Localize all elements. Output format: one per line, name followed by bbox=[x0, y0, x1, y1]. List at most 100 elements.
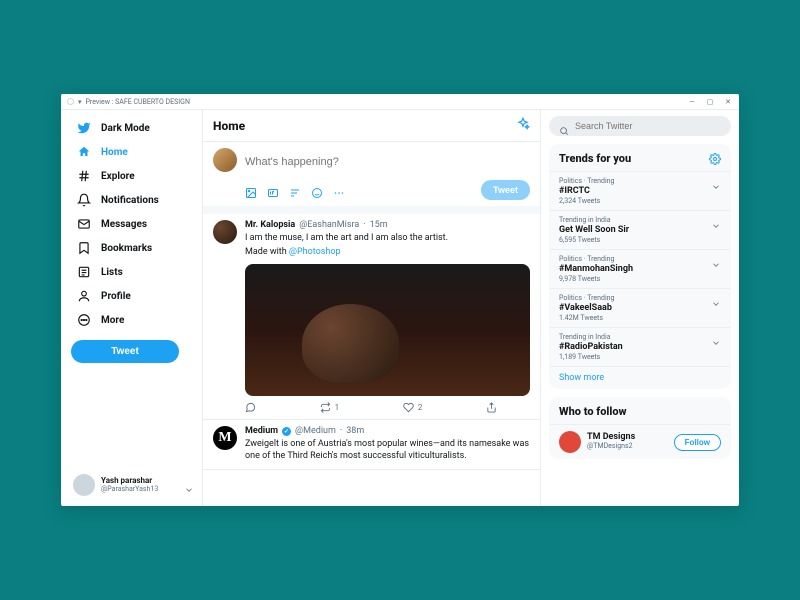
list-icon bbox=[77, 265, 91, 279]
tweet-time: 15m bbox=[370, 220, 388, 230]
hash-icon bbox=[77, 169, 91, 183]
tweet-author-name: Medium bbox=[245, 426, 278, 436]
share-icon bbox=[486, 402, 497, 413]
trend-item[interactable]: Politics · Trending#ManmohanSingh9,978 T… bbox=[549, 249, 731, 288]
show-more-link[interactable]: Show more bbox=[549, 366, 731, 389]
sidebar-item-lists[interactable]: Lists bbox=[71, 260, 196, 284]
more-compose-icon[interactable] bbox=[333, 184, 345, 196]
sidebar-item-label: Lists bbox=[101, 267, 123, 278]
sidebar-item-messages[interactable]: Messages bbox=[71, 212, 196, 236]
wtf-title: Who to follow bbox=[559, 405, 627, 418]
tweet-text: Zweigelt is one of Austria's most popula… bbox=[245, 438, 530, 462]
sidebar-item-label: Bookmarks bbox=[101, 243, 152, 254]
sidebar-tweet-button[interactable]: Tweet bbox=[71, 340, 179, 363]
twitter-logo-icon bbox=[77, 121, 91, 135]
poll-icon[interactable] bbox=[289, 184, 301, 196]
trend-item[interactable]: Trending in India#RadioPakistan1,189 Twe… bbox=[549, 327, 731, 366]
search-box[interactable] bbox=[549, 116, 731, 136]
sidebar-item-label: Profile bbox=[101, 291, 131, 302]
main-column: Home Tweet bbox=[203, 110, 541, 506]
compose-avatar bbox=[213, 148, 237, 172]
share-button[interactable] bbox=[486, 402, 497, 413]
tweet-author-name: Mr. Kalopsia bbox=[245, 220, 295, 230]
titlebar: ▾ Preview : SAFE CUBERTO DESIGN — ▢ ✕ bbox=[61, 94, 739, 110]
dark-mode-toggle[interactable]: Dark Mode bbox=[71, 116, 196, 140]
sidebar-item-more[interactable]: More bbox=[71, 308, 196, 332]
tweet-text: I am the muse, I am the art and I am als… bbox=[245, 232, 530, 244]
tweet-author-handle: @EashanMisra bbox=[299, 220, 359, 230]
close-icon[interactable]: ✕ bbox=[723, 97, 733, 107]
sparkle-icon[interactable] bbox=[516, 116, 530, 135]
sidebar-item-notifications[interactable]: Notifications bbox=[71, 188, 196, 212]
compose-input[interactable] bbox=[245, 148, 530, 172]
who-to-follow-panel: Who to follow TM Designs @TMDesigns2 Fol… bbox=[549, 397, 731, 459]
tweet-author-handle: @Medium bbox=[295, 426, 336, 436]
trend-item[interactable]: Trending in IndiaGet Well Soon Sir6,595 … bbox=[549, 210, 731, 249]
trends-panel: Trends for you Politics · Trending#IRCTC… bbox=[549, 144, 731, 389]
chevron-down-icon[interactable] bbox=[711, 216, 721, 226]
window-caret-icon: ▾ bbox=[78, 98, 82, 106]
tweet[interactable]: Mr. Kalopsia @EashanMisra · 15m I am the… bbox=[203, 214, 540, 420]
compose-box: Tweet bbox=[203, 142, 540, 214]
minimize-icon[interactable]: — bbox=[687, 97, 697, 107]
home-icon bbox=[77, 145, 91, 159]
emoji-icon[interactable] bbox=[311, 184, 323, 196]
chevron-down-icon[interactable] bbox=[711, 333, 721, 343]
tweet-text-2: Made with @Photoshop bbox=[245, 246, 530, 258]
bookmark-icon bbox=[77, 241, 91, 255]
sidebar: Dark Mode Home Explore Notifications Mes… bbox=[61, 110, 203, 506]
tweet-time: 38m bbox=[346, 426, 364, 436]
sidebar-item-bookmarks[interactable]: Bookmarks bbox=[71, 236, 196, 260]
gear-icon[interactable] bbox=[709, 153, 721, 165]
tweet-avatar bbox=[213, 220, 237, 244]
dark-mode-label: Dark Mode bbox=[101, 123, 150, 134]
account-switcher[interactable]: Yash parashar @ParasharYash13 bbox=[71, 470, 196, 500]
page-title: Home bbox=[213, 119, 245, 133]
maximize-icon[interactable]: ▢ bbox=[705, 97, 715, 107]
retweet-button[interactable]: 1 bbox=[320, 402, 340, 413]
follow-button[interactable]: Follow bbox=[674, 434, 721, 451]
follow-suggestion[interactable]: TM Designs @TMDesigns2 Follow bbox=[549, 424, 731, 459]
like-button[interactable]: 2 bbox=[403, 402, 423, 413]
trends-title: Trends for you bbox=[559, 152, 631, 165]
right-column: Trends for you Politics · Trending#IRCTC… bbox=[541, 110, 739, 506]
verified-icon bbox=[282, 427, 291, 436]
follow-handle: @TMDesigns2 bbox=[587, 443, 668, 451]
close-dot-icon[interactable] bbox=[67, 98, 74, 105]
chevron-down-icon[interactable] bbox=[711, 294, 721, 304]
sidebar-item-label: More bbox=[101, 315, 124, 326]
search-icon bbox=[559, 121, 569, 131]
image-icon[interactable] bbox=[245, 184, 257, 196]
tweet-media[interactable] bbox=[245, 264, 530, 396]
mail-icon bbox=[77, 217, 91, 231]
compose-tweet-button[interactable]: Tweet bbox=[481, 180, 530, 200]
account-avatar bbox=[73, 474, 95, 496]
chevron-down-icon[interactable] bbox=[711, 177, 721, 187]
follow-avatar bbox=[559, 431, 581, 453]
sidebar-item-label: Messages bbox=[101, 219, 147, 230]
retweet-icon bbox=[320, 402, 331, 413]
profile-icon bbox=[77, 289, 91, 303]
bell-icon bbox=[77, 193, 91, 207]
reply-button[interactable] bbox=[245, 402, 256, 413]
chevron-down-icon[interactable] bbox=[711, 255, 721, 265]
tweet[interactable]: M Medium @Medium · 38m Zweigelt is one o… bbox=[203, 420, 540, 469]
mention-link[interactable]: @Photoshop bbox=[289, 247, 341, 257]
sidebar-item-home[interactable]: Home bbox=[71, 140, 196, 164]
more-icon bbox=[77, 313, 91, 327]
sidebar-item-label: Home bbox=[101, 147, 128, 158]
trend-item[interactable]: Politics · Trending#VakeelSaab1.42M Twee… bbox=[549, 288, 731, 327]
app-window: ▾ Preview : SAFE CUBERTO DESIGN — ▢ ✕ Da… bbox=[61, 94, 739, 506]
account-handle: @ParasharYash13 bbox=[101, 486, 178, 494]
heart-icon bbox=[403, 402, 414, 413]
chevron-down-icon bbox=[184, 480, 194, 490]
window-title: Preview : SAFE CUBERTO DESIGN bbox=[86, 98, 190, 106]
sidebar-item-label: Explore bbox=[101, 171, 135, 182]
reply-icon bbox=[245, 402, 256, 413]
sidebar-item-profile[interactable]: Profile bbox=[71, 284, 196, 308]
trend-item[interactable]: Politics · Trending#IRCTC2,324 Tweets bbox=[549, 171, 731, 210]
sidebar-item-explore[interactable]: Explore bbox=[71, 164, 196, 188]
gif-icon[interactable] bbox=[267, 184, 279, 196]
search-input[interactable] bbox=[575, 121, 721, 131]
sidebar-item-label: Notifications bbox=[101, 195, 159, 206]
